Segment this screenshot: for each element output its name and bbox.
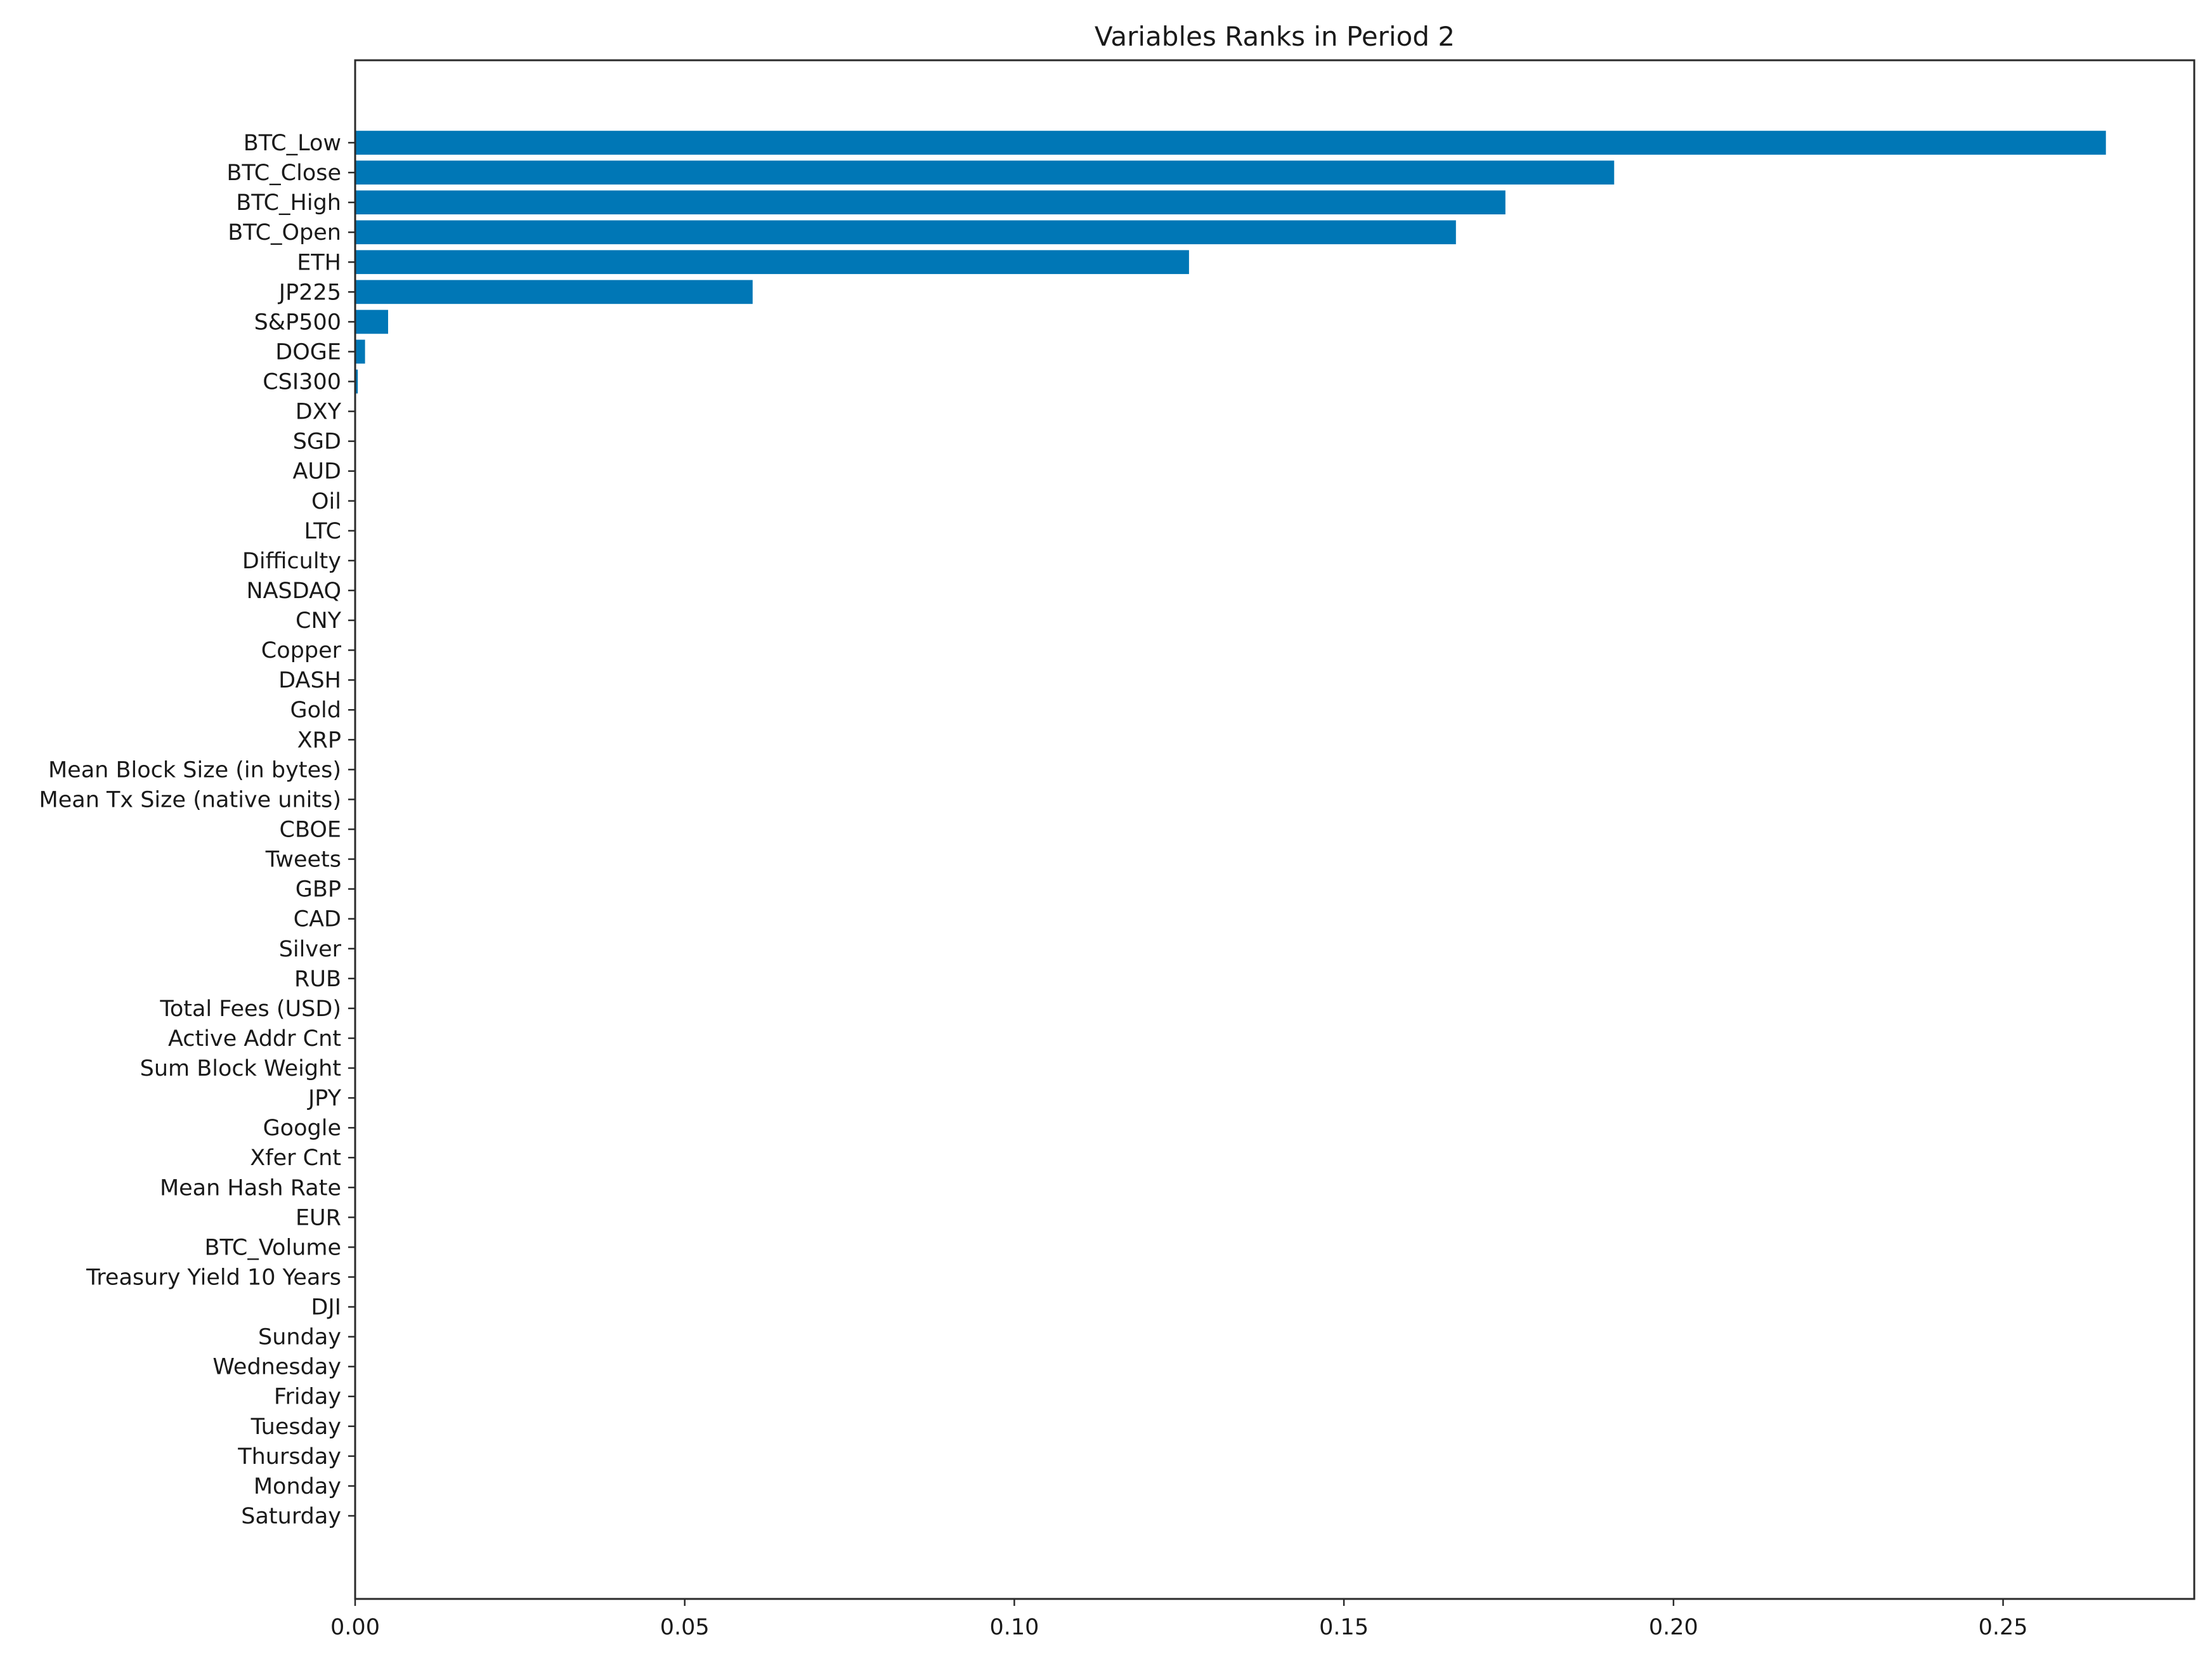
y-tick-label: BTC_High <box>236 190 341 216</box>
y-tick-label: CBOE <box>280 818 342 843</box>
y-tick-label: SGD <box>293 429 341 455</box>
y-tick-label: BTC_Close <box>226 160 341 186</box>
x-tick-label: 0.25 <box>1979 1615 2028 1640</box>
y-tick-label: BTC_Volume <box>205 1235 341 1260</box>
y-tick-label: Active Addr Cnt <box>168 1026 341 1052</box>
chart-title: Variables Ranks in Period 2 <box>1095 21 1455 52</box>
y-tick-label: S&P500 <box>254 310 341 335</box>
y-tick-label: Oil <box>311 489 341 514</box>
y-tick-label: NASDAQ <box>246 578 341 604</box>
y-tick-label: CNY <box>296 608 342 634</box>
y-tick-label: GBP <box>296 877 341 903</box>
y-tick-label: Tuesday <box>250 1414 341 1440</box>
y-tick-label: Copper <box>261 638 342 663</box>
y-tick-label: LTC <box>304 519 341 544</box>
y-tick-label: Mean Block Size (in bytes) <box>48 757 341 783</box>
y-tick-label: JPY <box>307 1086 342 1111</box>
y-tick-label: Mean Tx Size (native units) <box>39 787 341 812</box>
y-tick-label: ETH <box>297 250 341 275</box>
x-tick-label: 0.05 <box>660 1615 710 1640</box>
y-tick-label: CSI300 <box>263 370 341 395</box>
bar-eth <box>355 250 1189 275</box>
y-tick-label: Saturday <box>241 1504 341 1529</box>
bar-s-p500 <box>355 310 388 334</box>
y-tick-label: Difficulty <box>242 549 341 574</box>
bars-group <box>355 131 2106 632</box>
y-tick-label: Gold <box>290 698 341 723</box>
y-tick-label: Tweets <box>265 847 341 873</box>
y-tick-label: DXY <box>296 400 342 425</box>
bar-btc-close <box>355 160 1615 185</box>
y-tick-label: CAD <box>294 907 341 932</box>
y-tick-label: Google <box>263 1116 341 1141</box>
y-tick-label: Xfer Cnt <box>250 1145 341 1171</box>
y-tick-label: JP225 <box>278 280 341 305</box>
bar-btc-high <box>355 190 1506 214</box>
y-tick-label: Friday <box>274 1385 341 1410</box>
y-tick-label: DJI <box>311 1295 341 1320</box>
y-axis: BTC_Low BTC_Close BTC_High BTC_Open ETH JP225… <box>39 131 355 1529</box>
bar-btc-open <box>355 220 1456 245</box>
y-tick-label: BTC_Open <box>228 220 341 245</box>
y-tick-label: RUB <box>294 967 341 992</box>
y-tick-label: Total Fees (USD) <box>159 996 341 1022</box>
bar-doge <box>355 339 365 364</box>
y-tick-label: Monday <box>254 1474 341 1499</box>
x-tick-label: 0.15 <box>1319 1615 1369 1640</box>
y-tick-label: Treasury Yield 10 Years <box>86 1265 341 1290</box>
y-tick-label: BTC_Low <box>244 131 341 156</box>
y-tick-label: XRP <box>297 727 341 753</box>
y-tick-label: Mean Hash Rate <box>160 1175 341 1201</box>
bar-jp225 <box>355 280 753 304</box>
x-axis: 0.00 0.05 0.10 0.15 0.20 0.25 <box>330 1599 2028 1640</box>
y-tick-label: Sunday <box>258 1325 341 1350</box>
y-tick-label: Wednesday <box>212 1355 341 1380</box>
y-tick-label: DOGE <box>275 339 341 365</box>
x-tick-label: 0.20 <box>1649 1615 1698 1640</box>
y-tick-label: DASH <box>278 668 341 693</box>
y-tick-label: Silver <box>279 937 342 962</box>
y-tick-label: Sum Block Weight <box>140 1056 341 1081</box>
y-tick-label: EUR <box>296 1205 341 1230</box>
bar-btc-low <box>355 131 2106 155</box>
x-tick-label: 0.10 <box>989 1615 1039 1640</box>
x-tick-label: 0.00 <box>330 1615 380 1640</box>
y-tick-label: Thursday <box>237 1444 341 1470</box>
bar-chart: Variables Ranks in Period 2 BTC_Low BTC_C… <box>39 21 2196 1640</box>
y-tick-label: AUD <box>292 459 341 485</box>
